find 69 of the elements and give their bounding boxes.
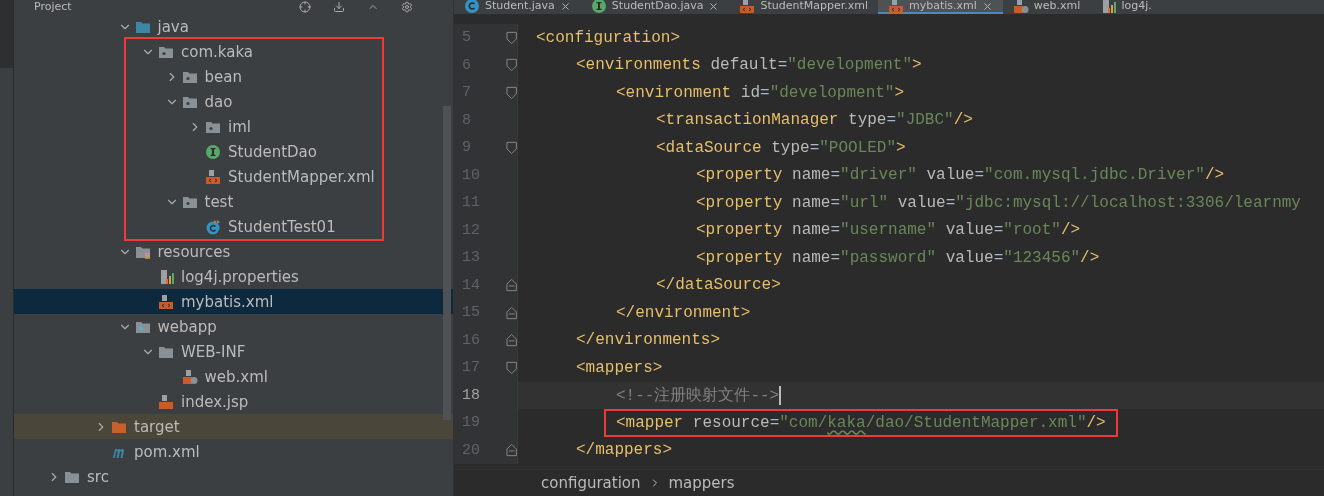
tree-item[interactable]: resources	[14, 239, 453, 264]
code-line: </environments>	[576, 331, 721, 350]
fold-marker-icon[interactable]	[505, 278, 517, 293]
fold-marker-icon[interactable]	[505, 140, 517, 155]
tree-item[interactable]: webapp	[14, 314, 453, 339]
text-caret	[779, 385, 782, 405]
code-line: <transactionManager type="JDBC"/>	[656, 111, 973, 130]
code-line: <environments default="development">	[576, 56, 922, 75]
close-icon[interactable]	[981, 0, 993, 12]
editor-tab[interactable]: StudentDao.java	[580, 0, 730, 14]
code-line: <property name="password" value="123456"/>	[696, 248, 1100, 267]
code-line: </environment>	[616, 303, 751, 322]
code-line: <property name="username" value="root"/>	[696, 221, 1081, 240]
code-line: </dataSource>	[656, 276, 781, 295]
scrollbar-thumb[interactable]	[443, 106, 451, 420]
fold-marker-icon[interactable]	[505, 58, 517, 73]
locate-icon[interactable]	[299, 1, 311, 13]
fold-marker-icon[interactable]	[505, 305, 517, 320]
code-line: </mappers>	[576, 441, 672, 460]
code-line: <dataSource type="POOLED">	[656, 138, 906, 157]
properties-file-icon	[158, 268, 174, 285]
editor-tab[interactable]: web.xml	[1002, 0, 1091, 14]
breadcrumb[interactable]: mappers	[668, 474, 735, 492]
tree-item[interactable]: StudentMapper.xml	[126, 164, 382, 189]
xml-file-icon	[205, 168, 221, 185]
editor-tab[interactable]: Student.java	[454, 0, 581, 14]
fold-marker-icon[interactable]	[505, 85, 517, 100]
code-line: <environment id="development">	[616, 83, 905, 102]
web-xml-file-icon	[1012, 0, 1029, 14]
tree-item[interactable]: pom.xml	[14, 439, 453, 464]
editor-tab[interactable]: log4j.	[1090, 0, 1162, 14]
editor-tab[interactable]: mybatis.xml	[878, 0, 1003, 14]
breadcrumb[interactable]: configuration	[541, 474, 641, 492]
tree-item[interactable]: target	[14, 414, 453, 439]
fold-marker-icon[interactable]	[505, 333, 517, 348]
tree-item[interactable]: bean	[126, 64, 382, 89]
test-class-icon	[205, 218, 221, 235]
code-line: <!--注册映射文件-->	[616, 385, 780, 406]
interface-icon	[205, 143, 221, 160]
xml-file-icon	[158, 293, 174, 310]
tree-item[interactable]: log4j.properties	[14, 264, 453, 289]
tree-item[interactable]: iml	[126, 114, 382, 139]
tree-item[interactable]: src	[14, 464, 453, 489]
tree-item[interactable]: mybatis.xml	[14, 289, 453, 314]
fold-marker-icon[interactable]	[505, 30, 517, 45]
panel-title[interactable]: Project	[34, 0, 72, 14]
settings-icon[interactable]	[401, 1, 413, 13]
close-icon[interactable]	[708, 0, 720, 12]
code-line: <mappers>	[576, 358, 663, 377]
tree-item[interactable]: web.xml	[14, 364, 453, 389]
properties-file-icon	[1100, 0, 1117, 14]
code-line: <configuration>	[536, 28, 681, 47]
close-icon[interactable]	[559, 0, 571, 12]
tree-item[interactable]: StudentDao	[126, 139, 382, 164]
tree-item[interactable]: index.jsp	[14, 389, 453, 414]
tree-item[interactable]: WEB-INF	[14, 339, 453, 364]
line-number: 18	[462, 386, 481, 404]
code-line: <property name="url" value="jdbc:mysql://localhost:3306/learnmy	[696, 193, 1301, 212]
tree-item[interactable]: com.kaka	[126, 39, 382, 64]
code-line: <property name="driver" value="com.mysql.jdbc.Driver"/>	[696, 166, 1225, 185]
tree-item[interactable]: dao	[126, 89, 382, 114]
editor-tab[interactable]: StudentMapper.xml	[729, 0, 878, 14]
jsp-file-icon	[158, 393, 174, 410]
web-xml-file-icon	[181, 368, 198, 385]
tree-item[interactable]: StudentTest01	[126, 214, 382, 239]
tree-item[interactable]: test	[126, 189, 382, 214]
tree-item[interactable]: java	[14, 14, 453, 39]
fold-marker-icon[interactable]	[505, 360, 517, 375]
fold-marker-icon[interactable]	[505, 443, 517, 458]
